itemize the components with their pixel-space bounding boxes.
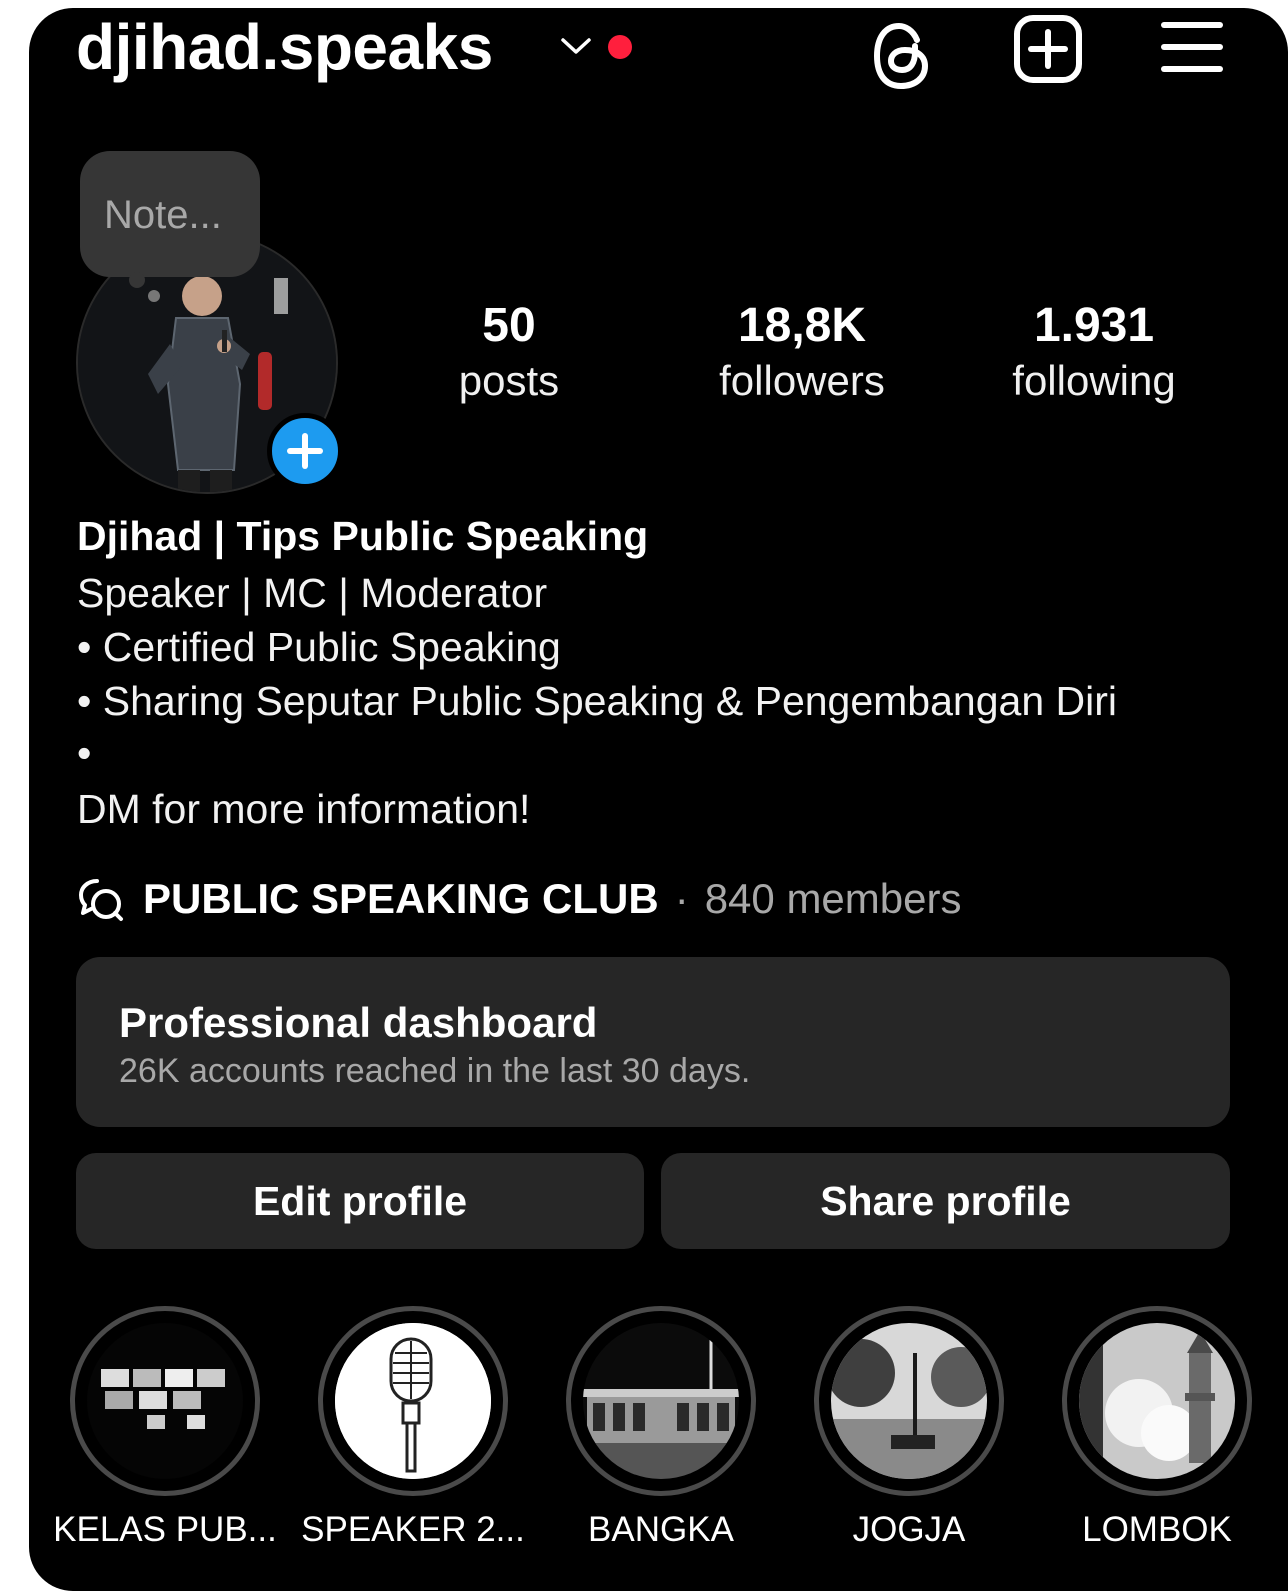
following-count: 1.931 [1033, 299, 1155, 352]
highlight-item[interactable] [566, 1306, 756, 1496]
street-photo [831, 1323, 987, 1479]
highlight-cover [583, 1323, 739, 1479]
posts-label: posts [458, 357, 560, 404]
note-bubble[interactable]: Note... [80, 151, 260, 277]
followers-count: 18,8K [737, 299, 867, 352]
professional-dashboard-card[interactable]: Professional dashboard 26K accounts reac… [76, 957, 1230, 1127]
profile-name: Djihad | Tips Public Speaking [77, 513, 649, 559]
highlight-label: LOMBOK [1082, 1510, 1232, 1549]
note-bubble-tail [129, 272, 145, 288]
highlight-label: SPEAKER 2... [301, 1510, 525, 1549]
bio-line: • Certified Public Speaking [77, 624, 561, 670]
dashboard-subtitle: 26K accounts reached in the last 30 days… [119, 1052, 751, 1090]
create-post-icon[interactable] [1013, 14, 1083, 84]
share-profile-button[interactable]: Share profile [661, 1153, 1230, 1249]
profile-screen: djihad.speaks Note... 50 posts 18,8K fol… [29, 8, 1288, 1591]
channel-members: 840 members [704, 875, 962, 922]
highlight-cover [87, 1323, 243, 1479]
video-call-grid-image [87, 1323, 243, 1479]
followers-label: followers [719, 357, 885, 404]
chat-bubbles-icon [79, 879, 123, 921]
highlight-label: BANGKA [588, 1510, 734, 1549]
username-title[interactable]: djihad.speaks [76, 10, 493, 84]
highlight-cover [335, 1323, 491, 1479]
threads-icon[interactable] [871, 18, 935, 94]
plus-icon [287, 433, 323, 469]
following-label: following [1012, 357, 1176, 404]
bio-line: DM for more information! [77, 786, 531, 832]
highlight-item[interactable] [70, 1306, 260, 1496]
channel-separator: · [674, 875, 689, 922]
bio-line: • Sharing Seputar Public Speaking & Peng… [77, 678, 1117, 724]
chevron-down-icon[interactable] [559, 34, 593, 58]
highlight-label: KELAS PUB... [53, 1510, 277, 1549]
bio-line: • [77, 730, 92, 776]
menu-icon[interactable] [1161, 20, 1223, 74]
highlight-label: JOGJA [852, 1510, 966, 1549]
stat-posts[interactable]: 50 posts [409, 298, 609, 405]
highlight-cover [1079, 1323, 1235, 1479]
stat-following[interactable]: 1.931 following [979, 298, 1209, 405]
highlight-item[interactable] [318, 1306, 508, 1496]
bio-line: Speaker | MC | Moderator [77, 570, 548, 616]
broadcast-channel-link[interactable]: PUBLIC SPEAKING CLUB · 840 members [77, 875, 961, 923]
add-story-button[interactable] [267, 413, 343, 489]
microphone-image [335, 1323, 491, 1479]
dashboard-title: Professional dashboard [119, 999, 598, 1046]
channel-name: PUBLIC SPEAKING CLUB [143, 875, 659, 922]
mosque-tower-photo [1079, 1323, 1235, 1479]
edit-profile-button[interactable]: Edit profile [76, 1153, 644, 1249]
note-placeholder: Note... [104, 193, 222, 237]
notification-dot [608, 35, 632, 59]
highlight-cover [831, 1323, 987, 1479]
posts-count: 50 [482, 299, 536, 352]
highlight-item[interactable] [1062, 1306, 1252, 1496]
stat-followers[interactable]: 18,8K followers [687, 298, 917, 405]
building-photo [583, 1323, 739, 1479]
highlight-item[interactable] [814, 1306, 1004, 1496]
